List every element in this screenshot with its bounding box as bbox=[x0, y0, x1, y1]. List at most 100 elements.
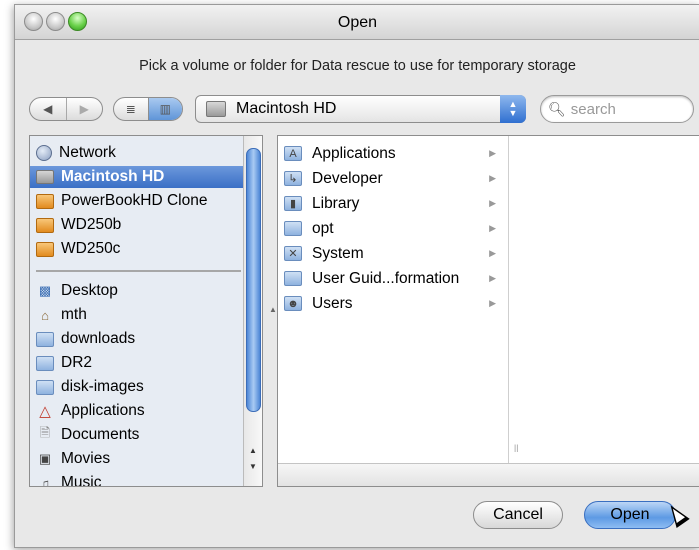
sidebar-item-label: DR2 bbox=[61, 354, 93, 371]
popup-arrows-icon: ▲ ▼ bbox=[500, 95, 526, 123]
browser-column: A Applications ▶ ↳ Developer ▶ ▮ Library… bbox=[278, 136, 509, 464]
applications-folder-icon: A bbox=[284, 146, 302, 161]
sidebar-item-label: Macintosh HD bbox=[61, 168, 165, 185]
back-button[interactable]: ◀ bbox=[30, 98, 66, 120]
sidebar-item-music[interactable]: ♫ Music bbox=[30, 472, 244, 487]
sidebar-item-label: Music bbox=[61, 474, 102, 487]
list-view-button[interactable]: ≣ bbox=[114, 98, 148, 120]
hard-drive-icon bbox=[36, 170, 54, 184]
title-bar[interactable]: Open bbox=[15, 5, 699, 40]
folder-icon bbox=[36, 379, 54, 395]
library-folder-icon: ▮ bbox=[284, 196, 302, 211]
system-folder-icon: ✕ bbox=[284, 246, 302, 261]
movies-icon: ▣ bbox=[38, 451, 52, 466]
list-item-library[interactable]: ▮ Library ▶ bbox=[278, 191, 506, 216]
list-item-label: Library bbox=[312, 194, 360, 212]
list-item-users[interactable]: ☻ Users ▶ bbox=[278, 291, 506, 316]
external-drive-icon bbox=[36, 217, 54, 233]
folder-icon bbox=[284, 221, 302, 236]
sidebar-item-downloads[interactable]: downloads bbox=[30, 328, 244, 350]
sidebar-item-label: PowerBookHD Clone bbox=[61, 192, 208, 209]
view-mode-buttons: ≣ ▥ bbox=[113, 97, 183, 121]
sidebar-item-label: Desktop bbox=[61, 282, 118, 299]
location-label: Macintosh HD bbox=[236, 100, 337, 117]
sidebar-item-label: downloads bbox=[61, 330, 136, 347]
column-browser: A Applications ▶ ↳ Developer ▶ ▮ Library… bbox=[277, 135, 699, 487]
sidebar-item-wd250b[interactable]: WD250b bbox=[30, 214, 244, 236]
list-item-label: Developer bbox=[312, 169, 383, 187]
sidebar-item-label: Network bbox=[59, 144, 116, 161]
list-item-user-guides[interactable]: User Guid...formation ▶ bbox=[278, 266, 506, 291]
scroll-up-arrow-icon[interactable]: ▲ bbox=[244, 444, 262, 458]
sidebar: Network Macintosh HD PowerBookHD Clone W… bbox=[29, 135, 263, 487]
sidebar-item-applications[interactable]: △ Applications bbox=[30, 400, 244, 422]
sidebar-splitter-handle[interactable]: ▲ bbox=[269, 305, 277, 314]
sidebar-item-label: WD250b bbox=[61, 216, 122, 233]
sidebar-item-wd250c[interactable]: WD250c bbox=[30, 238, 244, 260]
list-item-label: opt bbox=[312, 219, 334, 237]
network-icon bbox=[36, 145, 52, 161]
list-item-label: Applications bbox=[312, 144, 396, 162]
cancel-button[interactable]: Cancel bbox=[473, 501, 563, 529]
sidebar-scrollbar[interactable]: ▲ ▼ bbox=[243, 136, 262, 486]
folder-icon bbox=[36, 331, 54, 347]
sidebar-scroll-thumb[interactable] bbox=[246, 148, 261, 412]
list-item-label: User Guid...formation bbox=[312, 269, 460, 287]
column-view-button[interactable]: ▥ bbox=[147, 98, 182, 120]
list-item-label: System bbox=[312, 244, 364, 262]
sidebar-item-powerbookhd-clone[interactable]: PowerBookHD Clone bbox=[30, 190, 244, 212]
search-field[interactable]: 🔍︎ bbox=[540, 95, 694, 123]
sidebar-item-label: mth bbox=[61, 306, 87, 323]
users-folder-icon: ☻ bbox=[284, 296, 302, 311]
list-item-applications[interactable]: A Applications ▶ bbox=[278, 141, 506, 166]
disclosure-arrow-icon: ▶ bbox=[489, 173, 496, 183]
scroll-down-arrow-icon[interactable]: ▼ bbox=[244, 460, 262, 474]
home-icon: ⌂ bbox=[41, 307, 49, 323]
list-item-developer[interactable]: ↳ Developer ▶ bbox=[278, 166, 506, 191]
disclosure-arrow-icon: ▶ bbox=[489, 298, 496, 308]
sidebar-item-disk-images[interactable]: disk-images bbox=[30, 376, 244, 398]
sidebar-item-movies[interactable]: ▣ Movies bbox=[30, 448, 244, 470]
open-button[interactable]: Open bbox=[584, 501, 676, 529]
hard-drive-icon bbox=[206, 101, 226, 117]
sidebar-item-network[interactable]: Network bbox=[30, 142, 244, 164]
list-item-label: Users bbox=[312, 294, 353, 312]
applications-icon: △ bbox=[39, 403, 51, 420]
location-popup[interactable]: Macintosh HD ▲ ▼ bbox=[195, 95, 526, 123]
sidebar-item-macintosh-hd[interactable]: Macintosh HD bbox=[30, 166, 244, 188]
sidebar-item-label: WD250c bbox=[61, 240, 121, 257]
documents-icon: 🗎︎ bbox=[39, 425, 51, 440]
sidebar-item-desktop[interactable]: ▩ Desktop bbox=[30, 280, 244, 302]
external-drive-icon bbox=[36, 193, 54, 209]
music-icon: ♫ bbox=[40, 475, 50, 487]
sidebar-item-label: Documents bbox=[61, 426, 140, 443]
sidebar-item-label: disk-images bbox=[61, 378, 144, 395]
disclosure-arrow-icon: ▶ bbox=[489, 248, 496, 258]
disclosure-arrow-icon: ▶ bbox=[489, 223, 496, 233]
sidebar-item-documents[interactable]: 🗎︎ Documents bbox=[30, 424, 244, 446]
search-input[interactable] bbox=[568, 99, 683, 119]
sidebar-divider bbox=[36, 270, 241, 272]
sidebar-item-label: Movies bbox=[61, 450, 111, 467]
disclosure-arrow-icon: ▶ bbox=[489, 148, 496, 158]
window-title: Open bbox=[337, 14, 378, 31]
sidebar-item-label: Applications bbox=[61, 402, 145, 419]
list-item-opt[interactable]: opt ▶ bbox=[278, 216, 506, 241]
column-resize-handle[interactable]: ll bbox=[514, 444, 518, 455]
external-drive-icon bbox=[36, 241, 54, 257]
search-icon: 🔍︎ bbox=[548, 100, 566, 117]
sidebar-item-dr2[interactable]: DR2 bbox=[30, 352, 244, 374]
desktop-icon: ▩ bbox=[38, 283, 52, 298]
open-dialog: Open Pick a volume or folder for Data re… bbox=[14, 4, 699, 548]
disclosure-arrow-icon: ▶ bbox=[489, 198, 496, 208]
list-item-system[interactable]: ✕ System ▶ bbox=[278, 241, 506, 266]
folder-icon bbox=[284, 271, 302, 286]
sidebar-item-mth[interactable]: ⌂ mth bbox=[30, 304, 244, 326]
dialog-prompt: Pick a volume or folder for Data rescue … bbox=[139, 58, 576, 74]
browser-horizontal-scrollbar[interactable] bbox=[278, 463, 699, 486]
folder-icon bbox=[36, 355, 54, 371]
developer-folder-icon: ↳ bbox=[284, 171, 302, 186]
back-forward-buttons: ◀ ▶ bbox=[29, 97, 103, 121]
disclosure-arrow-icon: ▶ bbox=[489, 273, 496, 283]
forward-button[interactable]: ▶ bbox=[65, 98, 103, 120]
